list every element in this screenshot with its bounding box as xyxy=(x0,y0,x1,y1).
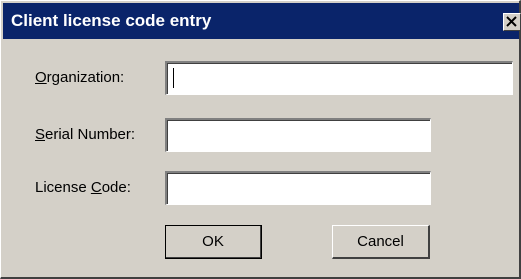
organization-label-mnemonic: O xyxy=(35,69,47,86)
serial-number-label-mnemonic: S xyxy=(35,126,46,143)
license-dialog: Client license code entry Organization: … xyxy=(0,0,521,279)
organization-label-text: rganization: xyxy=(46,69,125,86)
license-code-label-mnemonic: C xyxy=(90,179,102,196)
license-code-label: License Code: xyxy=(35,179,131,197)
organization-input[interactable] xyxy=(165,61,513,95)
license-code-label-prefix: License xyxy=(35,179,91,196)
license-code-input[interactable] xyxy=(165,171,431,205)
ok-button[interactable]: OK xyxy=(165,225,262,259)
serial-number-label: Serial Number: xyxy=(35,126,135,144)
serial-number-label-text: erial Number: xyxy=(45,126,136,143)
cancel-button[interactable]: Cancel xyxy=(332,225,430,259)
close-button[interactable] xyxy=(503,13,521,31)
close-x-icon xyxy=(506,16,517,27)
title-bar[interactable]: Client license code entry xyxy=(3,3,521,39)
license-code-label-text: ode: xyxy=(101,179,131,196)
serial-number-input[interactable] xyxy=(165,118,431,152)
text-caret xyxy=(173,68,174,88)
window-title: Client license code entry xyxy=(11,11,212,30)
organization-label: Organization: xyxy=(35,69,124,87)
